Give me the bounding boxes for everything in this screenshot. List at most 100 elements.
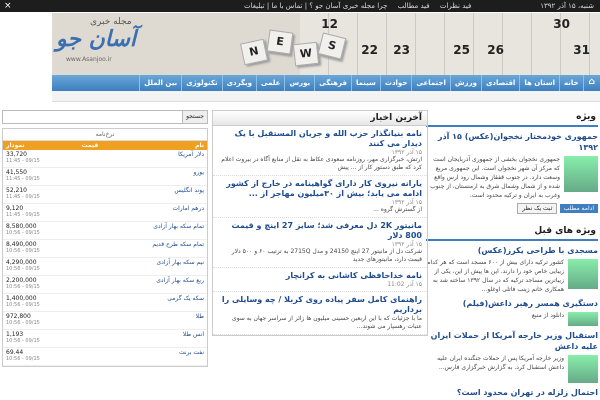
featured-headline[interactable]: جمهوری خودمختار نخجوان(عکس) ۱۵ آذر ۱۳۹۲ xyxy=(426,131,598,153)
table-row: 2,200,000 10:56 - 09/15 ربع سکه بهار آزادی xyxy=(3,275,207,294)
nav-item-web[interactable]: وبگردی xyxy=(221,75,256,91)
price-name[interactable]: تمام سکه بهار آزادی xyxy=(109,221,207,240)
news-headline[interactable]: مانیتور 2K دل معرفی شد؛ سایز 27 اینچ و ق… xyxy=(218,221,422,241)
prev-headline[interactable]: احتمال زلزله در تهران محدود است؟ xyxy=(426,387,598,398)
nav-item-sports[interactable]: ورزش xyxy=(449,75,481,91)
price-name[interactable]: انس طلا xyxy=(109,329,207,348)
price-time: 10:56 - 09/15 xyxy=(6,338,40,344)
news-item: نامه خداحافظی کاشانی به کرانچار ۱۵ آذر 1… xyxy=(213,268,427,292)
table-row: 33,720 11:45 - 09/15 دلار آمریکا xyxy=(3,150,207,168)
news-text: از گسترش گروه ... xyxy=(373,206,422,213)
price-value: 8,490,000 xyxy=(6,241,37,248)
key-e: E xyxy=(266,29,294,55)
table-row: 52,210 11:45 - 09/15 پوند انگلیس xyxy=(3,185,207,204)
comments-feed-link[interactable]: فید نظرات xyxy=(440,2,471,10)
table-row: 8,490,000 10:56 - 09/15 تمام سکه طرح قدیم xyxy=(3,239,207,258)
read-more-button[interactable]: ادامه مطلب xyxy=(559,204,598,213)
nav-item-social[interactable]: اجتماعی xyxy=(411,75,450,91)
nav-item-stocks[interactable]: بورس xyxy=(284,75,314,91)
header-banner: 12 22 23 25 26 31 30 N E W S مجله خبری آ… xyxy=(52,13,600,75)
price-name[interactable]: درهم امارات xyxy=(109,203,207,222)
prev-thumbnail[interactable] xyxy=(568,355,598,383)
key-n: N xyxy=(239,38,269,66)
price-name[interactable]: دلار آمریکا xyxy=(109,150,207,168)
price-time: 10:56 - 09/15 xyxy=(6,266,40,272)
price-name[interactable]: نیم سکه بهار آزادی xyxy=(109,257,207,276)
add-comment-button[interactable]: ثبت یک نظر xyxy=(517,203,558,214)
about-contact-link[interactable]: چرا مجله خبری آسان جو ؟ | تماس با ما | ت… xyxy=(244,2,387,10)
list-item: احتمال زلزله در تهران محدود است؟ xyxy=(426,387,598,398)
search-button[interactable]: جستجو xyxy=(182,111,207,123)
latest-news-title: آخرین اخبار xyxy=(213,111,427,126)
prev-thumbnail[interactable] xyxy=(568,259,598,289)
price-value: 2,200,000 xyxy=(6,277,37,284)
nav-item-economy[interactable]: اقتصادی xyxy=(480,75,519,91)
price-name[interactable]: نفت برنت xyxy=(109,347,207,366)
news-headline[interactable]: یارانه نیروی کار دارای گواهینامه در خارج… xyxy=(218,179,422,199)
col-chart: نمودار xyxy=(3,141,71,150)
featured-thumbnail[interactable] xyxy=(564,156,598,192)
price-name[interactable]: پوند انگلیس xyxy=(109,185,207,204)
featured-column: ویژه جمهوری خودمختار نخجوان(عکس) ۱۵ آذر … xyxy=(426,110,598,398)
logo-subtitle: مجله خبری xyxy=(90,17,132,27)
price-value: 69.44 xyxy=(6,349,24,356)
price-name[interactable]: ربع سکه بهار آزادی xyxy=(109,275,207,294)
nav-item-cinema[interactable]: سینما xyxy=(350,75,380,91)
news-text: ارتش، خبرگزاری مهر، روزنامه سعودی عکاظ ب… xyxy=(221,156,422,171)
table-row: 1,400,000 10:56 - 09/15 سکه یک گرمی xyxy=(3,293,207,312)
posts-feed-link[interactable]: فید مطالب xyxy=(398,2,430,10)
calendar-image: 12 22 23 25 26 31 30 xyxy=(300,13,600,75)
price-value: 9,120 xyxy=(6,205,24,212)
news-item: مانیتور 2K دل معرفی شد؛ سایز 27 اینچ و ق… xyxy=(213,218,427,268)
table-row: 69.44 10:56 - 09/15 نفت برنت xyxy=(3,347,207,366)
calendar-number: 25 xyxy=(453,43,470,57)
news-item: راهنمای کامل سفر پیاده روی کربلا / چه وس… xyxy=(213,292,427,335)
list-item: دستگیری همسر رهبر داعش(فیلم) دانلود از م… xyxy=(426,294,598,326)
nav-home-icon[interactable]: ⌂ xyxy=(582,75,600,91)
price-value: 972,800 xyxy=(6,313,31,320)
logo-title: آسان جو xyxy=(56,27,137,52)
nav-item-incidents[interactable]: حوادث xyxy=(379,75,411,91)
news-headline[interactable]: نامه بنیانگذار حزب الله و جریان المستقبل… xyxy=(218,129,422,149)
list-item: استقبال وزیر خارجه آمریکا از حملات ایران… xyxy=(426,326,598,383)
price-name[interactable]: سکه یک گرمی xyxy=(109,293,207,312)
latest-news-box: آخرین اخبار نامه بنیانگذار حزب الله و جر… xyxy=(212,110,428,336)
nav-item-culture[interactable]: فرهنگی xyxy=(314,75,351,91)
table-row: 8,580,000 10:56 - 09/15 تمام سکه بهار آزاد… xyxy=(3,221,207,240)
price-name[interactable]: یورو xyxy=(109,167,207,186)
col-name: نام xyxy=(109,141,207,150)
table-row: 1,193 10:56 - 09/15 انس طلا xyxy=(3,329,207,348)
nav-item-technology[interactable]: تکنولوژی xyxy=(181,75,221,91)
price-time: 10:56 - 09/15 xyxy=(6,284,40,290)
featured-prev-title: ویژه های قبل xyxy=(426,224,598,241)
price-name[interactable]: تمام سکه طرح قدیم xyxy=(109,239,207,258)
prev-headline[interactable]: استقبال وزیر خارجه آمریکا از حملات ایران… xyxy=(426,330,598,352)
price-time: 10:56 - 09/15 xyxy=(6,302,40,308)
news-date: ۱۵ آذر 11:02 xyxy=(387,281,422,288)
nav-item-science[interactable]: علمی xyxy=(256,75,284,91)
nav-item-international[interactable]: بین الملل xyxy=(139,75,181,91)
top-links: فید نظرات فید مطالب چرا مجله خبری آسان ج… xyxy=(240,2,475,10)
prev-thumbnail[interactable] xyxy=(568,312,598,326)
table-row: 4,290,000 10:56 - 09/15 نیم سکه بهار آزادی xyxy=(3,257,207,276)
news-item: یارانه نیروی کار دارای گواهینامه در خارج… xyxy=(213,176,427,218)
price-table: نمودار قیمت نام 33,720 11:45 - 09/15 دلار … xyxy=(3,141,207,366)
close-icon[interactable]: × xyxy=(4,1,12,11)
site-logo[interactable]: مجله خبری آسان جو www.Asanjoo.ir xyxy=(52,13,142,75)
news-headline[interactable]: نامه خداحافظی کاشانی به کرانچار xyxy=(218,271,422,281)
nav-item-home[interactable]: خانه xyxy=(559,75,583,91)
search-input[interactable] xyxy=(3,111,177,121)
search-box: جستجو xyxy=(2,110,208,124)
price-time: 10:56 - 09/15 xyxy=(6,320,40,326)
news-text: ما با جزئیات که با این اربعین حسینی میلی… xyxy=(232,315,422,330)
prev-headline[interactable]: دستگیری همسر رهبر داعش(فیلم) xyxy=(426,298,598,309)
table-row: 972,800 10:56 - 09/15 طلا xyxy=(3,311,207,330)
nav-item-provinces[interactable]: استان ها xyxy=(519,75,559,91)
price-name[interactable]: طلا xyxy=(109,311,207,330)
price-time: 11:45 - 09/15 xyxy=(6,212,40,218)
date-label: شنبه، ۱۵ آذر ۱۳۹۲ xyxy=(540,2,594,10)
calendar-number: 23 xyxy=(393,43,410,57)
prev-headline[interactable]: مسجدی با طراحی یکرز(عکس) xyxy=(426,245,598,256)
sidebar-left: جستجو نرخ‌نامه نمودار قیمت نام 33,720 11:… xyxy=(2,110,208,367)
news-headline[interactable]: راهنمای کامل سفر پیاده روی کربلا / چه وس… xyxy=(218,295,422,315)
